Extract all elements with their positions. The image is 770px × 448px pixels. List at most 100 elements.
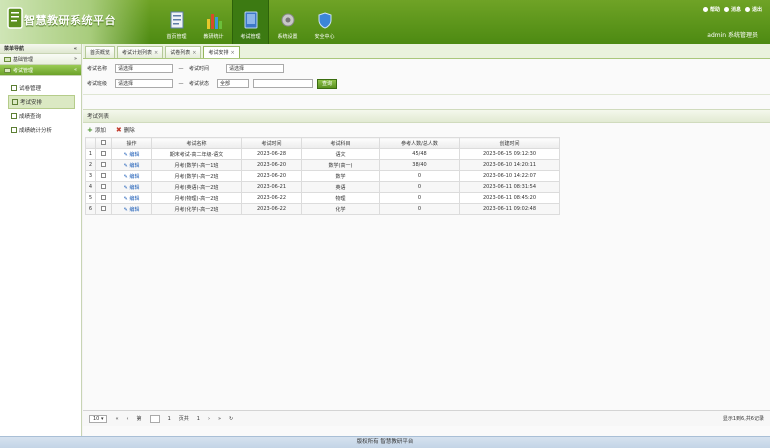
col-subject[interactable]: 考试科目	[301, 137, 380, 149]
search-button[interactable]: 查询	[317, 78, 337, 89]
page-total-label: 页共	[178, 416, 189, 422]
checkbox[interactable]	[101, 162, 106, 167]
table-row[interactable]: 4 ✎ 编辑 月考(英语)-高一2班 2023-06-21 英语 0 2023-…	[85, 181, 560, 193]
tab-home[interactable]: 首页概览	[85, 46, 116, 58]
main-content: 首页概览 考试计划列表 × 试卷列表 × 考试安排 × 考试名称 请选择 — 考试时间…	[83, 44, 770, 436]
prev-page-button[interactable]: ‹	[127, 416, 129, 422]
checkbox[interactable]	[101, 151, 106, 156]
sidebar-group-exam[interactable]: 考试管理 «	[0, 65, 81, 76]
table-row[interactable]: 6 ✎ 编辑 月考(化学)-高一2班 2023-06-22 化学 0 2023-…	[85, 203, 560, 215]
sidebar-group-basic[interactable]: 基础管理 »	[0, 54, 81, 65]
edit-link[interactable]: ✎ 编辑	[111, 170, 152, 182]
close-icon[interactable]: ×	[192, 50, 196, 56]
checkbox[interactable]	[101, 184, 106, 189]
close-icon[interactable]: ×	[154, 50, 158, 56]
logout-icon	[744, 7, 750, 12]
edit-link[interactable]: ✎ 编辑	[111, 159, 152, 171]
exam-name-input[interactable]: 请选择	[115, 64, 173, 73]
edit-link[interactable]: ✎ 编辑	[111, 203, 152, 215]
table-header-row: 操作 考试名称 考试时间 考试科目 参考人数/总人数 创建时间	[85, 137, 560, 149]
expand-icon: »	[73, 56, 77, 62]
next-page-button[interactable]: ›	[208, 416, 210, 422]
sidebar-header: 菜单导航 «	[0, 44, 81, 54]
first-page-button[interactable]: «	[115, 416, 118, 422]
tab-papers[interactable]: 试卷列表 ×	[165, 46, 202, 58]
edit-icon: ✎	[123, 162, 128, 169]
logout-link[interactable]: 退出	[744, 6, 762, 13]
site-title: 智慧教研系统平台	[24, 14, 116, 27]
row-checkbox[interactable]	[95, 159, 112, 171]
edit-link[interactable]: ✎ 编辑	[111, 192, 152, 204]
col-action: 操作	[111, 137, 152, 149]
checkbox[interactable]	[101, 195, 106, 200]
tab-plan[interactable]: 考试计划列表 ×	[117, 46, 164, 58]
last-page-button[interactable]: »	[218, 416, 221, 422]
sidebar-item-schedule[interactable]: 考试安排	[8, 95, 75, 109]
table-row[interactable]: 5 ✎ 编辑 月考(物理)-高一2班 2023-06-22 物理 0 2023-…	[85, 192, 560, 204]
cell-created: 2023-06-11 09:02:48	[459, 203, 560, 215]
collapse-icon[interactable]: «	[74, 46, 77, 52]
folder-icon	[4, 67, 11, 73]
toolbar: + 添加 ✖ 删除	[83, 123, 770, 137]
exam-time-input[interactable]: 请选择	[226, 64, 284, 73]
message-link[interactable]: 消息	[723, 6, 741, 13]
exam-class-input[interactable]: 请选择	[115, 79, 173, 88]
nav-item-stats[interactable]: 教研统计	[195, 0, 232, 44]
row-checkbox[interactable]	[95, 170, 112, 182]
edit-link[interactable]: ✎ 编辑	[111, 148, 152, 160]
checkbox[interactable]	[101, 206, 106, 211]
sidebar: 菜单导航 « 基础管理 » 考试管理 « 试卷管理 考试安排 成绩查询 成绩统计…	[0, 44, 82, 436]
cell-subject: 数学	[301, 170, 380, 182]
exam-time-label: 考试时间	[189, 66, 210, 72]
book-icon	[242, 10, 260, 30]
delete-button[interactable]: ✖ 删除	[116, 126, 135, 134]
keyword-input[interactable]	[253, 79, 313, 88]
table-row[interactable]: 2 ✎ 编辑 月考(数学)-高一1班 2023-06-20 数学(高一) 38/…	[85, 159, 560, 171]
col-count[interactable]: 参考人数/总人数	[379, 137, 460, 149]
cell-subject: 物理	[301, 192, 380, 204]
refresh-icon[interactable]: ↻	[229, 416, 233, 422]
row-checkbox[interactable]	[95, 192, 112, 204]
checkbox[interactable]	[101, 173, 106, 178]
row-checkbox[interactable]	[95, 203, 112, 215]
col-created[interactable]: 创建时间	[459, 137, 560, 149]
help-link[interactable]: 帮助	[702, 6, 720, 13]
tab-schedule[interactable]: 考试安排 ×	[203, 46, 240, 58]
nav-item-home[interactable]: 首页管理	[158, 0, 195, 44]
total-pages: 1	[196, 415, 200, 422]
table-row[interactable]: 3 ✎ 编辑 月考(数学)-高一2班 2023-06-20 数学 0 2023-…	[85, 170, 560, 182]
sidebar-item-analysis[interactable]: 成绩统计分析	[8, 123, 75, 137]
col-time[interactable]: 考试时间	[241, 137, 302, 149]
edit-icon: ✎	[123, 173, 128, 180]
top-nav: 首页管理 教研统计 考试管理 系统设置 安全中心	[158, 0, 343, 44]
cell-count: 0	[379, 203, 460, 215]
exam-status-select[interactable]: 全部	[217, 79, 249, 88]
edit-link[interactable]: ✎ 编辑	[111, 181, 152, 193]
sidebar-item-scores[interactable]: 成绩查询	[8, 109, 75, 123]
row-checkbox[interactable]	[95, 148, 112, 160]
header: 智慧教研系统平台 首页管理 教研统计 考试管理 系统设置 安全中心 帮助 消息 …	[0, 0, 770, 44]
page-value: 1	[167, 415, 171, 422]
sidebar-item-papers[interactable]: 试卷管理	[8, 81, 75, 95]
col-check[interactable]	[95, 137, 112, 149]
select-all-checkbox[interactable]	[101, 140, 106, 145]
bar-chart-icon	[205, 10, 223, 30]
table-row[interactable]: 1 ✎ 编辑 期末考试-高二年级-语文 2023-06-28 语文 45/48 …	[85, 148, 560, 160]
nav-item-settings[interactable]: 系统设置	[269, 0, 306, 44]
cell-time: 2023-06-28	[241, 148, 302, 160]
nav-item-security[interactable]: 安全中心	[306, 0, 343, 44]
add-button[interactable]: + 添加	[87, 126, 106, 134]
page-icon	[11, 127, 17, 133]
cell-time: 2023-06-22	[241, 203, 302, 215]
cell-name: 月考(物理)-高一2班	[151, 192, 242, 204]
page-number-input[interactable]	[149, 414, 160, 423]
close-icon[interactable]: ×	[230, 50, 234, 56]
page-size-select[interactable]: 10 ▾	[89, 414, 108, 423]
cell-time: 2023-06-20	[241, 170, 302, 182]
cell-name: 月考(数学)-高一1班	[151, 159, 242, 171]
col-name[interactable]: 考试名称	[151, 137, 242, 149]
nav-item-exam[interactable]: 考试管理	[232, 0, 269, 44]
row-checkbox[interactable]	[95, 181, 112, 193]
cell-subject: 数学(高一)	[301, 159, 380, 171]
logo-icon	[7, 7, 23, 29]
